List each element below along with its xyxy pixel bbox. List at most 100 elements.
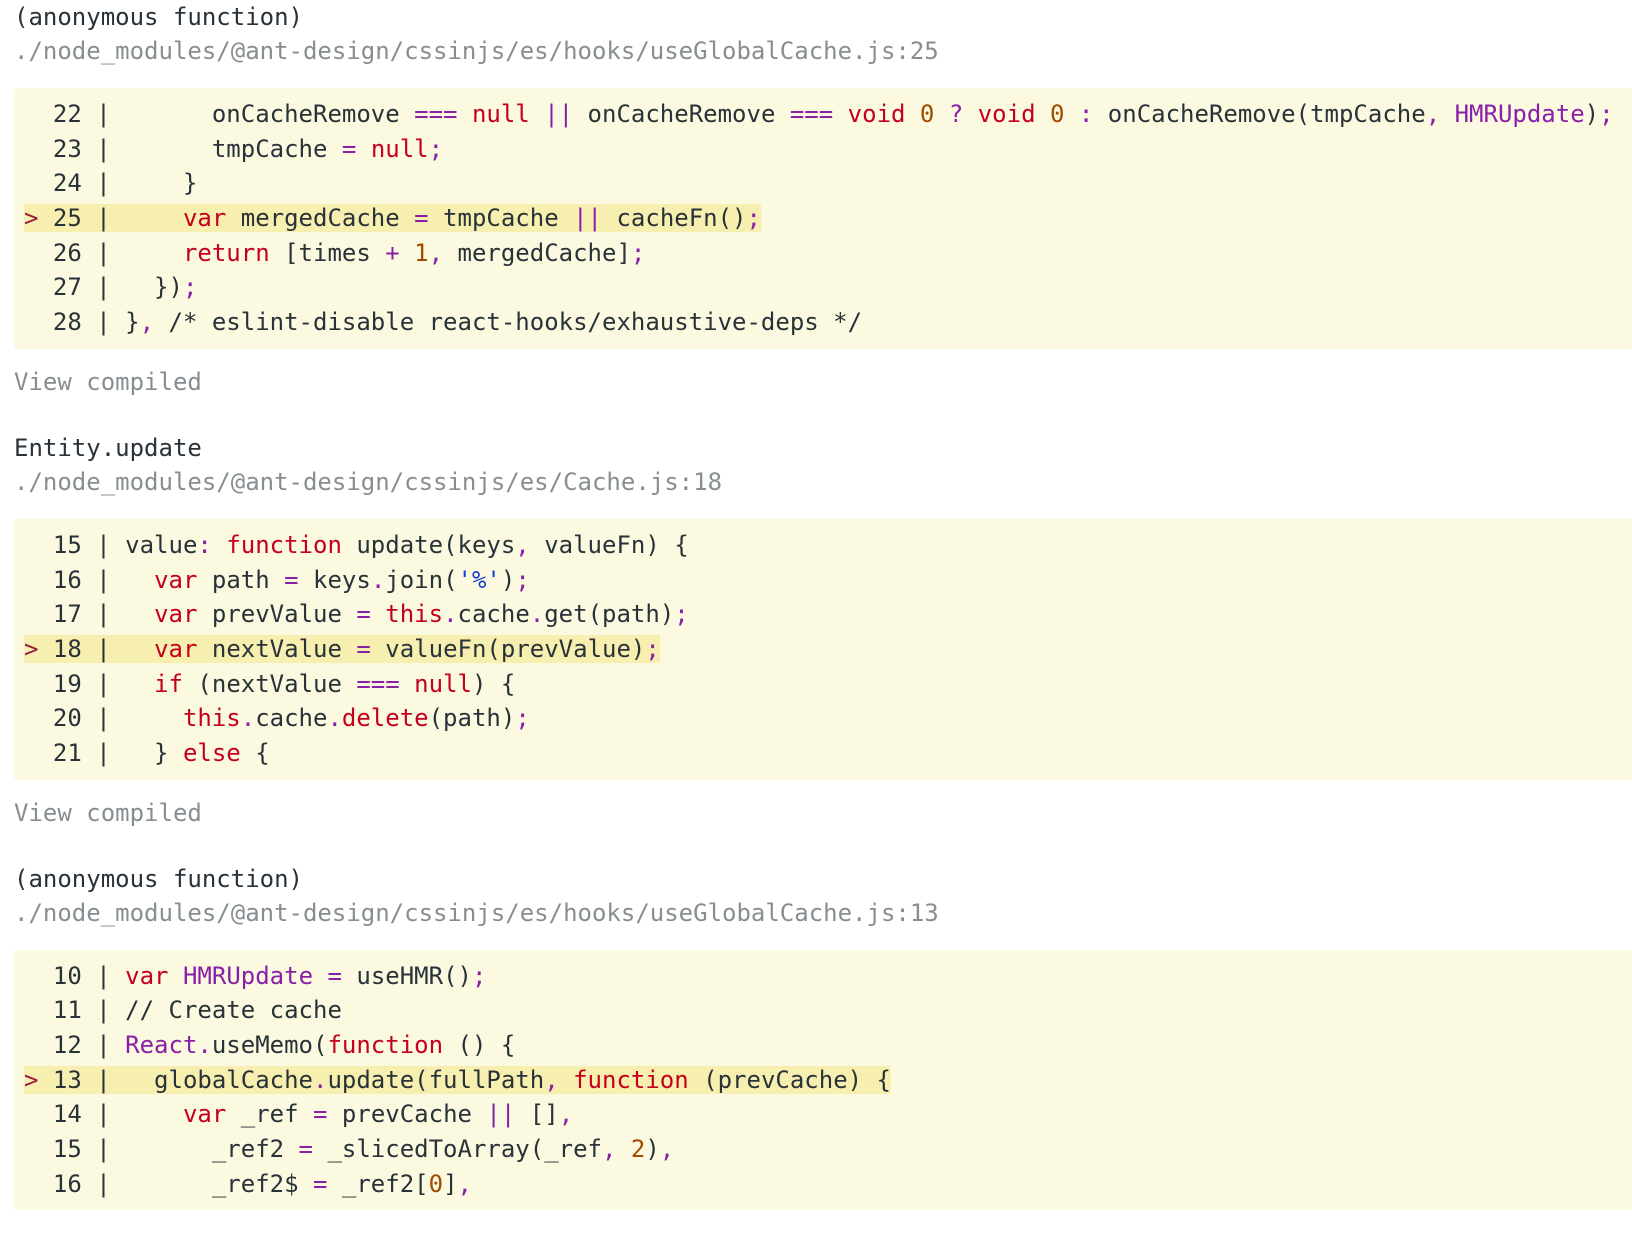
code-token: var [154,634,198,663]
code-line-content: 24 | } [24,169,198,198]
code-token: this [182,704,241,733]
frame-file-path: ./node_modules/@ant-design/cssinjs/es/ho… [14,898,939,927]
line-number-gutter: 21 | [24,738,126,767]
code-token: void [977,100,1036,128]
code-token: ) [1584,100,1600,128]
code-line-content: 11 | // Create cache [24,996,342,1024]
code-token: cache [457,600,530,629]
code-token: ? [948,100,964,128]
line-number-gutter: 24 | [24,169,126,198]
line-number-gutter: 11 | [24,996,126,1025]
code-token: ; [515,704,530,733]
code-token: var [182,1100,227,1129]
code-token: ; [471,961,487,990]
code-line: 11 | // Create cache [24,993,1632,1028]
line-number-gutter: 10 | [24,961,126,990]
code-line: 27 | }); [24,270,1632,305]
code-token: '%' [457,565,501,594]
code-token: . [313,1065,328,1094]
code-line-content: > 25 | var mergedCache = tmpCache || cac… [24,204,761,233]
code-token: this [385,600,444,629]
code-token: onCacheRemove [573,100,790,128]
code-line-content: > 13 | globalCache.update(fullPath, func… [24,1065,891,1094]
code-line-error: > 13 | globalCache.update(fullPath, func… [24,1063,1632,1098]
code-token: if [154,669,183,698]
code-token: [times [269,238,386,267]
code-token: , [457,1169,472,1198]
code-token: . [529,600,545,629]
code-token: }) [125,273,183,302]
code-token: onCacheRemove(tmpCache [1093,100,1426,128]
code-token: || [486,1100,516,1129]
code-token: = [414,204,429,233]
line-number-gutter: 22 | [24,100,126,128]
code-token: [] [515,1100,559,1129]
code-line: 15 | value: function update(keys, valueF… [24,528,1632,563]
stack-trace: (anonymous function) ./node_modules/@ant-… [14,0,1632,1211]
code-token: 2 [630,1135,646,1164]
code-token: === [789,100,834,128]
frame-file-path: ./node_modules/@ant-design/cssinjs/es/Ca… [14,467,723,496]
code-token: . [443,600,458,629]
code-token: . [327,704,342,733]
code-token: useMemo( [211,1031,328,1059]
code-line-content: 12 | React.useMemo(function () { [24,1031,515,1059]
line-number-gutter: 16 | [24,565,126,594]
line-number-gutter: 19 | [24,669,126,698]
code-token: else [182,738,241,767]
code-token: _ref2[ [327,1169,429,1198]
code-token: ; [182,273,198,302]
code-line-content: 16 | var path = keys.join('%'); [24,566,530,594]
code-token: . [240,704,256,733]
code-token: . [370,565,386,594]
code-line: 24 | } [24,166,1632,201]
code-line-content: 10 | var HMRUpdate = useHMR(); [24,961,487,990]
error-line-marker: > [24,1065,39,1094]
code-token: = [298,1135,313,1164]
code-token: () { [443,1031,516,1059]
view-compiled-link[interactable]: View compiled [14,796,1632,830]
code-token: _slicedToArray(_ref [313,1135,602,1164]
code-line-content: 26 | return [times + 1, mergedCache]; [24,239,645,267]
frame-function-name: Entity.update [14,433,202,462]
view-compiled-link[interactable]: View compiled [14,365,1632,399]
code-line-content: 14 | var _ref = prevCache || [], [24,1100,573,1128]
code-line: 19 | if (nextValue === null) { [24,667,1632,702]
frame-function-name: (anonymous function) [14,3,303,31]
code-line: 16 | var path = keys.join('%'); [24,563,1632,598]
code-token: prevValue [197,600,357,629]
code-token: delete [341,704,429,733]
code-token: , [428,238,444,267]
code-token: valueFn) { [529,530,689,559]
code-line-error: > 18 | var nextValue = valueFn(prevValue… [24,632,1632,667]
code-token: } [125,738,183,767]
code-token: nextValue [197,634,357,663]
code-token: mergedCache] [443,238,631,267]
code-token: mergedCache [226,204,415,233]
code-token: ; [746,204,761,233]
code-token: = [284,565,299,594]
code-token: ) { [471,669,516,698]
code-token: var [182,204,227,233]
code-token: // Create cache [125,996,342,1025]
code-line-content: 20 | this.cache.delete(path); [24,704,530,732]
code-token: /* eslint-disable react-hooks/exhaustive… [154,308,863,337]
code-line: 15 | _ref2 = _slicedToArray(_ref, 2), [24,1132,1632,1167]
code-token: (path) [428,704,516,733]
error-line-marker: > [24,634,39,663]
code-token: = [341,134,357,163]
code-line: 26 | return [times + 1, mergedCache]; [24,236,1632,271]
line-number-gutter: 14 | [24,1100,126,1129]
line-number-gutter: 17 | [24,600,126,629]
